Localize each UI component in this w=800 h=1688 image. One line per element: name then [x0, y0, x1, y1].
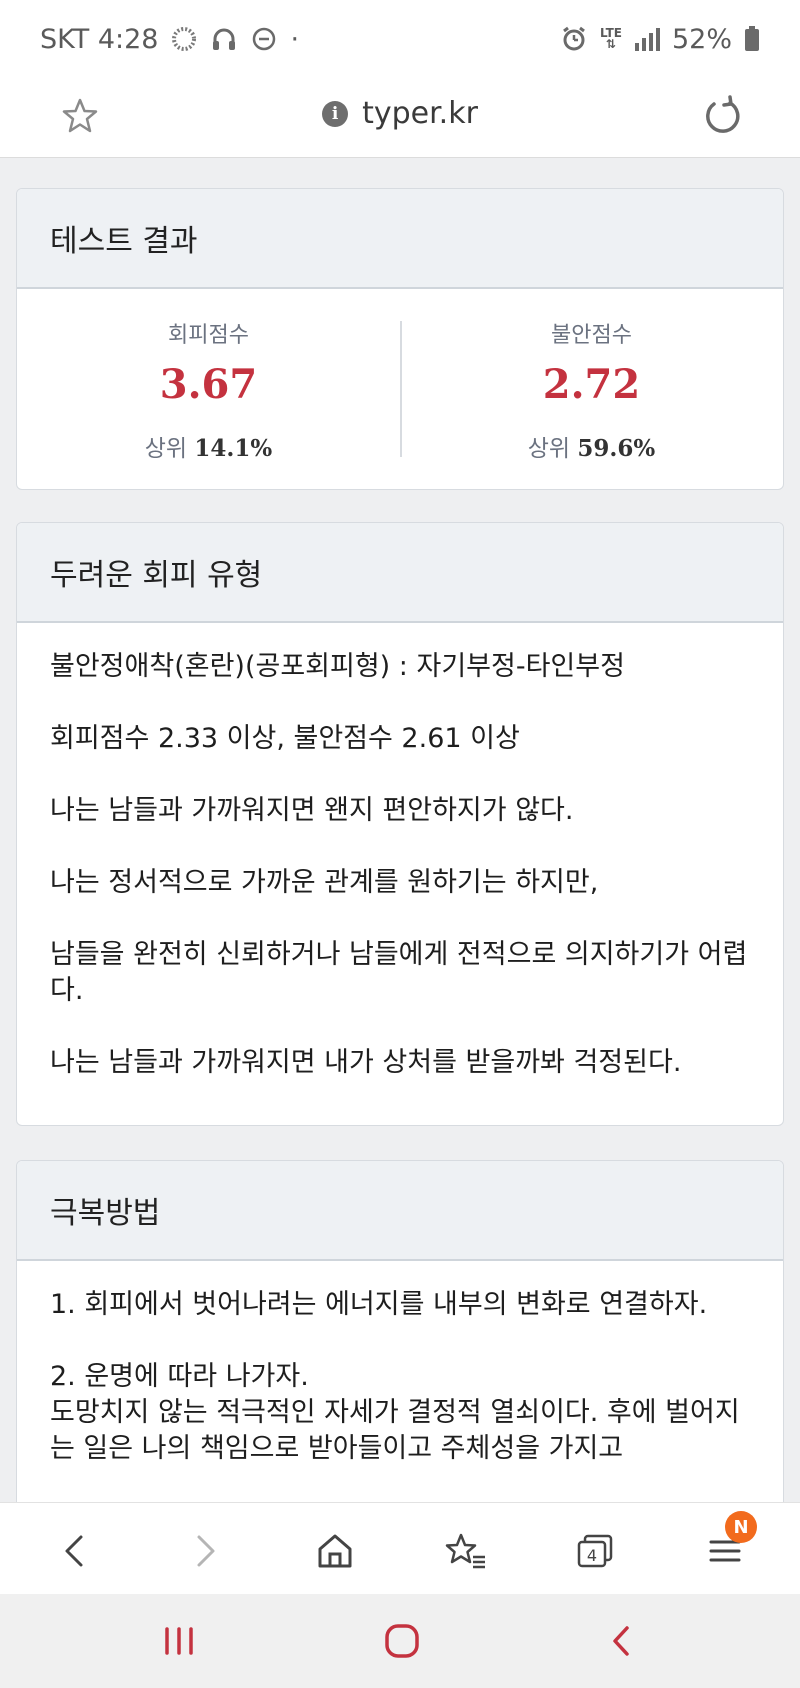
card-title: 극복방법: [50, 1196, 161, 1231]
browser-toolbar: 4 N: [0, 1502, 800, 1594]
home-icon: [318, 1534, 352, 1568]
battery-icon: [744, 26, 760, 52]
address-field[interactable]: i typer.kr: [0, 96, 800, 131]
notification-dot: ·: [290, 23, 300, 55]
back-nav-button[interactable]: [592, 1616, 652, 1666]
carrier-time: SKT 4:28: [40, 23, 159, 55]
bookmarks-star-icon: [445, 1533, 485, 1569]
rank-value: 59.6%: [577, 435, 656, 462]
avoidance-score: 회피점수 3.67 상위 14.1%: [17, 289, 400, 489]
url-text[interactable]: typer.kr: [362, 96, 478, 131]
anxiety-label: 불안점수: [551, 323, 632, 348]
recent-apps-icon: [165, 1627, 193, 1655]
overcome-line: 1. 회피에서 벗어나려는 에너지를 내부의 변화로 연결하자.: [50, 1289, 708, 1320]
reload-icon[interactable]: [700, 94, 744, 142]
anxiety-score: 불안점수 2.72 상위 59.6%: [400, 289, 783, 489]
rank-prefix: 상위: [527, 436, 571, 462]
type-line: 불안정애착(혼란)(공포회피형) : 자기부정-타인부정: [50, 651, 625, 682]
test-result-card: 테스트 결과 회피점수 3.67 상위 14.1% 불안점수 2.72 상위 5…: [16, 188, 784, 490]
type-line: 나는 남들과 가까워지면 왠지 편안하지가 않다.: [50, 795, 574, 826]
type-line: 나는 남들과 가까워지면 내가 상처를 받을까봐 걱정된다.: [50, 1047, 682, 1078]
back-arrow-icon: [613, 1626, 629, 1656]
menu-button[interactable]: N: [697, 1511, 757, 1579]
signal-icon: [634, 27, 660, 51]
headphones-icon: [210, 25, 238, 53]
rank-value: 14.1%: [194, 435, 273, 462]
home-nav-button[interactable]: [372, 1616, 432, 1666]
avoidance-value: 3.67: [159, 361, 258, 408]
android-nav-bar: [0, 1594, 800, 1688]
card-body: 1. 회피에서 벗어나려는 에너지를 내부의 변화로 연결하자. 2. 운명에 …: [17, 1261, 783, 1467]
tabs-button[interactable]: 4: [567, 1523, 623, 1579]
overcome-line: 2. 운명에 따라 나가자.: [50, 1361, 309, 1392]
anxiety-rank: 상위 59.6%: [400, 429, 783, 463]
type-line: 나는 정서적으로 가까운 관계를 원하기는 하지만,: [50, 867, 599, 898]
tabs-count: 4: [587, 1546, 597, 1565]
browser-url-bar: i typer.kr: [0, 78, 800, 158]
avoidance-label: 회피점수: [168, 323, 249, 348]
anxiety-value: 2.72: [542, 361, 641, 408]
home-circle-icon: [385, 1624, 419, 1658]
card-header: 극복방법: [17, 1161, 783, 1261]
card-title: 두려운 회피 유형: [50, 558, 263, 593]
lte-indicator: LTE ⇅: [599, 26, 622, 51]
chevron-left-icon: [65, 1535, 83, 1567]
score-panel: 회피점수 3.67 상위 14.1% 불안점수 2.72 상위 59.6%: [17, 289, 783, 489]
alarm-icon: [560, 25, 588, 53]
type-line: 회피점수 2.33 이상, 불안점수 2.61 이상: [50, 723, 520, 754]
recent-apps-button[interactable]: [149, 1616, 209, 1666]
avoidance-rank: 상위 14.1%: [17, 429, 400, 463]
attachment-type-card: 두려운 회피 유형 불안정애착(혼란)(공포회피형) : 자기부정-타인부정 회…: [16, 522, 784, 1126]
card-header: 두려운 회피 유형: [17, 523, 783, 623]
lte-label: LTE: [599, 26, 622, 40]
tabs-icon: 4: [577, 1534, 613, 1568]
status-bar: SKT 4:28 · LTE ⇅ 52%: [0, 0, 800, 78]
site-info-icon[interactable]: i: [322, 100, 349, 127]
rank-prefix: 상위: [144, 436, 188, 462]
overcome-line: 도망치지 않는 적극적인 자세가 결정적 열쇠이다. 후에 벌어지는 일은 나의…: [50, 1397, 740, 1464]
loading-ring-icon: [170, 25, 198, 53]
new-badge: N: [725, 1511, 757, 1543]
chevron-right-icon: [197, 1535, 215, 1567]
home-button[interactable]: [307, 1523, 363, 1579]
battery-percent: 52%: [671, 23, 732, 55]
do-not-disturb-icon: [250, 25, 278, 53]
card-title: 테스트 결과: [50, 224, 198, 259]
card-header: 테스트 결과: [17, 189, 783, 289]
card-body: 불안정애착(혼란)(공포회피형) : 자기부정-타인부정 회피점수 2.33 이…: [17, 623, 783, 1081]
back-button[interactable]: [47, 1523, 103, 1579]
bookmarks-button[interactable]: [437, 1523, 493, 1579]
type-line: 남들을 완전히 신뢰하거나 남들에게 전적으로 의지하기가 어렵다.: [50, 939, 748, 1006]
forward-button[interactable]: [177, 1523, 233, 1579]
